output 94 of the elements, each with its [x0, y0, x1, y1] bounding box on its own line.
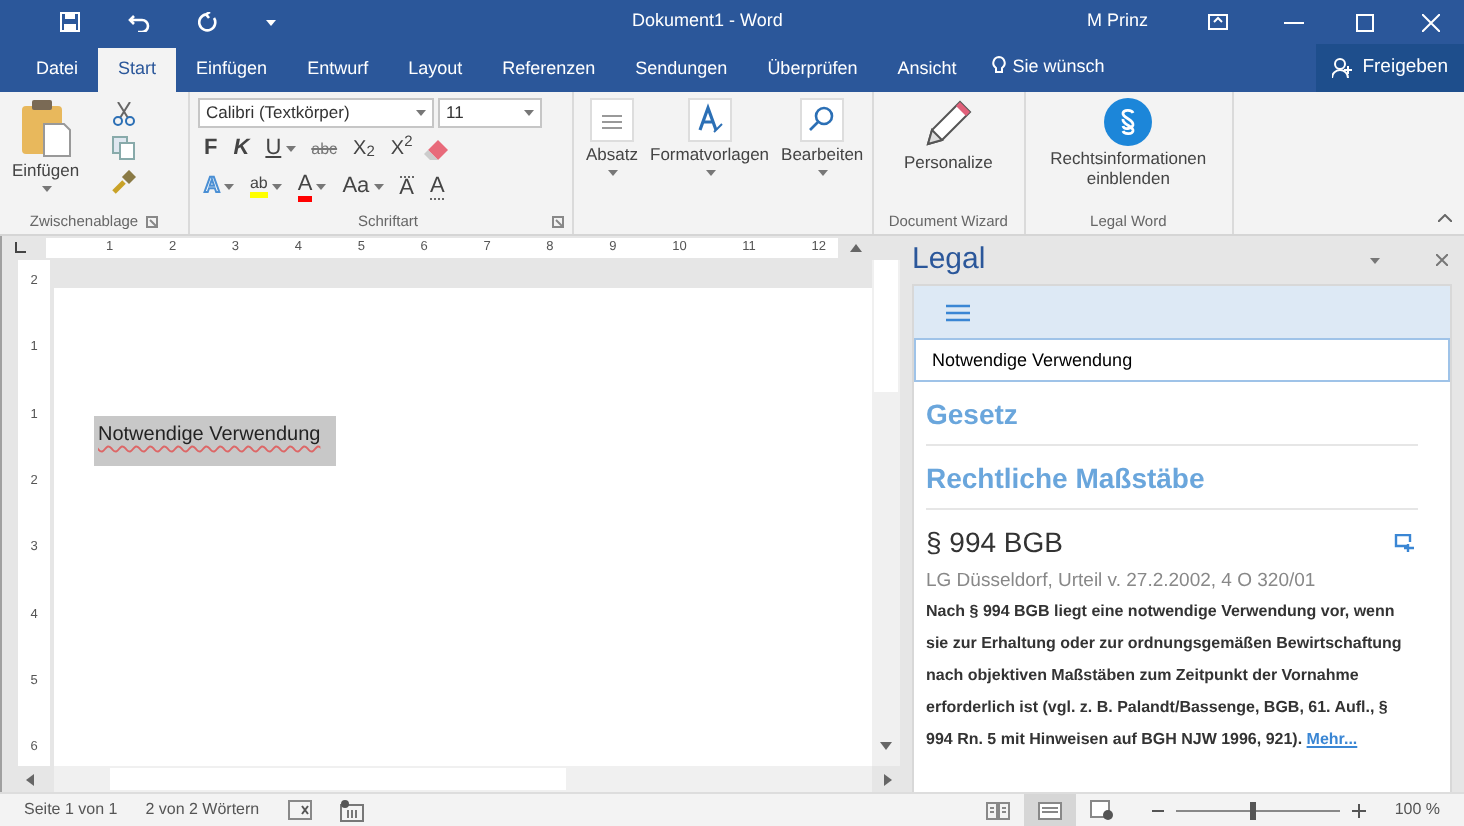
- copy-icon[interactable]: [111, 136, 136, 160]
- person-add-icon: [1332, 58, 1355, 78]
- bold-button[interactable]: F: [198, 132, 224, 166]
- ribbon-display-icon[interactable]: [1208, 14, 1228, 30]
- macro-icon[interactable]: [339, 799, 364, 821]
- clipboard-icon: [19, 98, 72, 158]
- scrollbar-thumb[interactable]: [874, 260, 898, 392]
- close-icon[interactable]: [1436, 254, 1448, 266]
- result-source: LG Düsseldorf, Urteil v. 27.2.2002, 4 O 320/01: [924, 568, 1318, 596]
- scroll-right-icon[interactable]: [884, 773, 892, 785]
- format-painter-icon[interactable]: [111, 170, 136, 194]
- ribbon-tab[interactable]: Ansicht: [877, 48, 977, 92]
- ribbon-tab[interactable]: Sendungen: [615, 48, 748, 92]
- pane-title: Legal: [912, 239, 986, 280]
- change-case-button[interactable]: Aa: [336, 170, 390, 204]
- page-icon: [1038, 801, 1063, 819]
- ribbon-tab[interactable]: Entwurf: [287, 48, 389, 92]
- document-text[interactable]: Notwendige Verwendung: [94, 416, 337, 466]
- zoom-in-icon[interactable]: [1352, 803, 1367, 817]
- launcher-icon[interactable]: [552, 216, 564, 228]
- ribbon-tab[interactable]: Einfügen: [176, 48, 288, 92]
- book-icon: [986, 801, 1011, 819]
- save-icon[interactable]: [60, 12, 80, 32]
- search-icon: [800, 98, 845, 142]
- scroll-up-icon[interactable]: [850, 244, 862, 252]
- grow-font-button[interactable]: A: [393, 170, 421, 204]
- undo-icon[interactable]: [128, 13, 150, 31]
- paragraph-button[interactable]: Absatz: [582, 98, 642, 210]
- caret-icon[interactable]: [416, 110, 426, 116]
- paragraph-icon: [590, 98, 634, 142]
- collapse-icon[interactable]: [1438, 214, 1452, 222]
- insert-icon[interactable]: [1394, 534, 1414, 552]
- ribbon-tab[interactable]: Layout: [388, 48, 483, 92]
- caret-icon[interactable]: [285, 146, 296, 152]
- zoom-slider-thumb[interactable]: [1250, 801, 1257, 819]
- result-excerpt: Nach § 994 BGB liegt eine notwendige Verwendung vor, wenn sie zur Erhaltung oder zur ordnungsgemäßen Bewirtschaftung nach objektiven Maßstäben zum Zeitpunkt der Vornahme erforderlich ist (vgl. z. B. Palandt/Bassenge, BGB, 61. Aufl., § 994 Rn. 5 mit Hinweisen auf BGH NJW 1996, 921). Mehr...: [926, 600, 1404, 753]
- font-name-field[interactable]: Calibri (Textkörper): [198, 98, 434, 128]
- scroll-down-icon[interactable]: [880, 742, 892, 750]
- editing-button[interactable]: Bearbeiten: [777, 98, 868, 210]
- customize-icon[interactable]: [266, 19, 276, 25]
- maximize-icon[interactable]: [1356, 13, 1374, 31]
- caret-icon[interactable]: [271, 184, 282, 190]
- ribbon-tab[interactable]: Überprüfen: [747, 48, 878, 92]
- launcher-icon[interactable]: [146, 216, 159, 228]
- caret-icon[interactable]: [316, 184, 327, 190]
- scroll-left-icon[interactable]: [26, 773, 34, 785]
- page-count[interactable]: Seite 1 von 1: [24, 798, 118, 822]
- section-sign-icon: [1104, 98, 1153, 146]
- scrollbar-thumb[interactable]: [110, 768, 566, 790]
- caret-icon[interactable]: [373, 184, 384, 190]
- styles-icon: [687, 98, 732, 142]
- search-field[interactable]: Notwendige Verwendung: [914, 338, 1450, 382]
- word-count[interactable]: 2 von 2 Wörtern: [145, 798, 260, 822]
- caret-icon[interactable]: [41, 185, 52, 192]
- highlight-button[interactable]: ab: [243, 170, 288, 204]
- result-title[interactable]: § 994 BGB: [926, 522, 1063, 564]
- tab-selector-icon[interactable]: [14, 242, 26, 254]
- superscript-button[interactable]: X$^{2}$: [384, 132, 419, 166]
- italic-button[interactable]: K: [227, 132, 256, 166]
- more-link[interactable]: Mehr...: [1306, 730, 1358, 749]
- font-color-button[interactable]: A: [291, 170, 333, 204]
- ribbon-tab[interactable]: Referenzen: [482, 48, 616, 92]
- caret-icon[interactable]: [524, 110, 534, 116]
- caret-icon[interactable]: [818, 169, 829, 176]
- tell-me-field[interactable]: Sie wünsch: [992, 53, 1133, 80]
- styles-button[interactable]: Formatvorlagen: [646, 98, 774, 210]
- caret-icon[interactable]: [705, 169, 716, 176]
- share-button[interactable]: Freigeben: [1316, 44, 1464, 92]
- menu-icon[interactable]: [946, 303, 970, 321]
- legal-info-button[interactable]: Rechtsinformationen einblenden: [1033, 98, 1224, 210]
- redo-icon[interactable]: [198, 12, 218, 32]
- ribbon-tab[interactable]: Datei: [16, 48, 99, 92]
- document-page[interactable]: Notwendige Verwendung: [54, 288, 872, 766]
- scissors-icon[interactable]: [111, 102, 136, 126]
- personalize-button[interactable]: Personalize: [899, 98, 997, 210]
- ribbon-tab[interactable]: Start: [98, 48, 177, 92]
- dropdown-icon[interactable]: [1370, 257, 1380, 263]
- zoom-level[interactable]: 100 %: [1394, 798, 1440, 822]
- subscript-button[interactable]: X$_{2}$: [347, 132, 381, 166]
- pencil-icon: [922, 98, 975, 150]
- strikethrough-button[interactable]: abc: [305, 132, 344, 166]
- shrink-font-button[interactable]: A: [424, 170, 451, 204]
- window-title: Dokument1 - Word: [632, 8, 785, 35]
- user-name[interactable]: M Prinz: [1086, 8, 1148, 36]
- caret-icon[interactable]: [223, 184, 234, 190]
- caret-icon[interactable]: [608, 169, 618, 176]
- underline-button[interactable]: U: [259, 132, 302, 166]
- print-layout-button[interactable]: [1024, 793, 1077, 826]
- paste-button[interactable]: Einfügen: [8, 98, 84, 210]
- eraser-icon[interactable]: [422, 137, 451, 161]
- lightbulb-icon: [992, 56, 1007, 77]
- font-size-field[interactable]: 11: [438, 98, 542, 128]
- proofing-icon[interactable]: [287, 800, 312, 820]
- minimize-icon[interactable]: [1284, 21, 1304, 23]
